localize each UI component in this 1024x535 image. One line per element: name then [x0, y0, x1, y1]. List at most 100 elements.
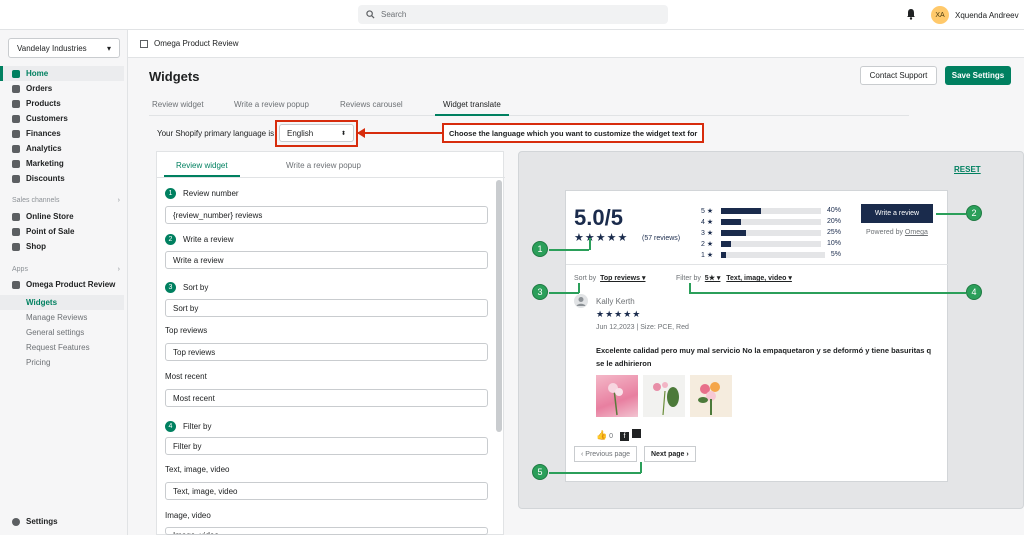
write-review-button[interactable]: Write a review	[861, 204, 933, 223]
review-actions: 👍 0 f	[596, 429, 641, 441]
callout-line	[578, 283, 580, 293]
user-name[interactable]: Xquenda Andreev	[955, 11, 1019, 20]
translate-form: Review widget Write a review popup 1 Revi…	[156, 151, 505, 535]
main-content: Widgets Contact Support Save Settings Re…	[128, 58, 1024, 535]
sort-control[interactable]: Sort by Top reviews ▾	[574, 274, 645, 282]
sort-by-input[interactable]: Sort by	[165, 299, 488, 317]
sidebar-item-shop[interactable]: Shop	[0, 239, 128, 254]
sidebar-item-manage-reviews[interactable]: Manage Reviews	[0, 310, 128, 325]
bell-icon[interactable]	[906, 8, 916, 20]
sales-channels-header[interactable]: Sales channels ›	[12, 197, 120, 204]
sidebar-item-finances[interactable]: Finances	[0, 126, 128, 141]
tab-widget-translate[interactable]: Widget translate	[435, 100, 509, 116]
twitter-icon[interactable]	[631, 429, 641, 438]
widget-tabs: Review widget Write a review popup Revie…	[149, 100, 909, 116]
sidebar-item-marketing[interactable]: Marketing	[0, 156, 128, 171]
callout-5: 5	[532, 464, 548, 480]
filter-label: Filter by	[676, 275, 701, 282]
review-photo[interactable]	[690, 375, 732, 417]
sidebar-item-label: Omega Product Review	[26, 280, 116, 289]
sidebar-item-label: Finances	[26, 129, 61, 138]
thumbs-up-icon[interactable]: 👍	[596, 430, 607, 440]
sidebar-item-orders[interactable]: Orders	[0, 81, 128, 96]
rating-star-label: 4 ★	[701, 218, 714, 226]
facebook-icon[interactable]: f	[620, 432, 630, 441]
review-number-input[interactable]: {review_number} reviews	[165, 206, 488, 224]
filter-star[interactable]: 5★ ▾	[705, 275, 721, 282]
field-label: Image, video	[165, 511, 211, 520]
sidebar-item-customers[interactable]: Customers	[0, 111, 128, 126]
chevron-right-icon: ›	[117, 266, 120, 273]
image-video-input[interactable]: Image, video	[165, 527, 488, 535]
sidebar-item-widgets[interactable]: Widgets	[0, 295, 124, 310]
sidebar-item-products[interactable]: Products	[0, 96, 128, 111]
label-text: Sort by	[183, 283, 209, 292]
filter-control[interactable]: Filter by 5★ ▾ Text, image, video ▾	[676, 274, 792, 282]
sidebar-item-label: Request Features	[26, 343, 90, 352]
powered-link[interactable]: Omega	[905, 229, 928, 236]
review-photo[interactable]	[596, 375, 638, 417]
label-text: Filter by	[183, 422, 212, 431]
scrollbar[interactable]	[496, 180, 502, 432]
average-score: 5.0/5	[574, 205, 623, 230]
sidebar-item-online-store[interactable]: Online Store	[0, 209, 128, 224]
avatar[interactable]: XA	[931, 6, 949, 24]
field-label: Top reviews	[165, 326, 208, 335]
callout-4: 4	[966, 284, 982, 300]
previous-page-button[interactable]: ‹ Previous page	[574, 446, 638, 462]
callout-line	[589, 238, 591, 250]
label-text: Write a review	[183, 235, 234, 244]
sidebar-item-settings[interactable]: Settings	[0, 514, 128, 529]
text-image-video-input[interactable]: Text, image, video	[165, 482, 488, 500]
sidebar-item-general-settings[interactable]: General settings	[0, 325, 128, 340]
sort-value[interactable]: Top reviews ▾	[600, 275, 645, 282]
review-photo[interactable]	[643, 375, 685, 417]
sidebar-item-request-features[interactable]: Request Features	[0, 340, 128, 355]
step-badge: 1	[165, 188, 176, 199]
user-avatar-icon	[574, 294, 588, 308]
field-label: 3 Sort by	[165, 282, 208, 293]
form-tab-write-review-popup[interactable]: Write a review popup	[286, 161, 361, 170]
sidebar-item-pricing[interactable]: Pricing	[0, 355, 128, 370]
sidebar-item-analytics[interactable]: Analytics	[0, 141, 128, 156]
sidebar-item-discounts[interactable]: Discounts	[0, 171, 128, 186]
rating-bar-fill	[720, 207, 761, 214]
label-text: Review number	[183, 189, 239, 198]
language-label: Your Shopify primary language is	[157, 129, 275, 138]
sidebar-item-omega[interactable]: Omega Product Review	[0, 277, 128, 292]
store-selector[interactable]: Vandelay Industries ▾	[8, 38, 120, 58]
next-page-button[interactable]: Next page ›	[644, 446, 696, 462]
rating-percent: 20%	[826, 218, 841, 225]
sidebar-item-home[interactable]: Home	[0, 66, 124, 81]
rating-stars: ★★★★★	[574, 232, 629, 244]
top-reviews-input[interactable]: Top reviews	[165, 343, 488, 361]
filter-media[interactable]: Text, image, video ▾	[726, 275, 792, 282]
save-settings-button[interactable]: Save Settings	[945, 66, 1011, 85]
top-bar: Search XA Xquenda Andreev	[0, 0, 1024, 30]
filter-by-input[interactable]: Filter by	[165, 437, 488, 455]
apps-header[interactable]: Apps ›	[12, 266, 120, 273]
language-note: Choose the language which you want to cu…	[442, 123, 704, 143]
reset-link[interactable]: RESET	[954, 165, 981, 174]
sidebar-item-label: Customers	[26, 114, 68, 123]
callout-line	[640, 462, 642, 473]
review-text: Excelente calidad pero muy mal servicio …	[596, 346, 932, 368]
search-bar[interactable]: Search	[358, 5, 668, 24]
tab-review-widget[interactable]: Review widget	[152, 100, 204, 116]
tab-write-review-popup[interactable]: Write a review popup	[234, 100, 309, 116]
write-review-input[interactable]: Write a review	[165, 251, 488, 269]
gear-icon	[12, 517, 20, 526]
most-recent-input[interactable]: Most recent	[165, 389, 488, 407]
like-count: 0	[609, 433, 614, 440]
callout-2: 2	[966, 205, 982, 221]
contact-support-button[interactable]: Contact Support	[860, 66, 937, 85]
tab-reviews-carousel[interactable]: Reviews carousel	[340, 100, 403, 116]
sidebar-item-pos[interactable]: Point of Sale	[0, 224, 128, 239]
section-label: Sales channels	[12, 197, 60, 204]
step-badge: 2	[165, 234, 176, 245]
powered-text: Powered by	[866, 229, 903, 236]
form-tab-review-widget[interactable]: Review widget	[164, 161, 240, 177]
sidebar-item-label: Discounts	[26, 174, 65, 183]
rating-bar-row: 1 ★ 5%	[701, 250, 841, 259]
search-icon	[366, 10, 375, 19]
